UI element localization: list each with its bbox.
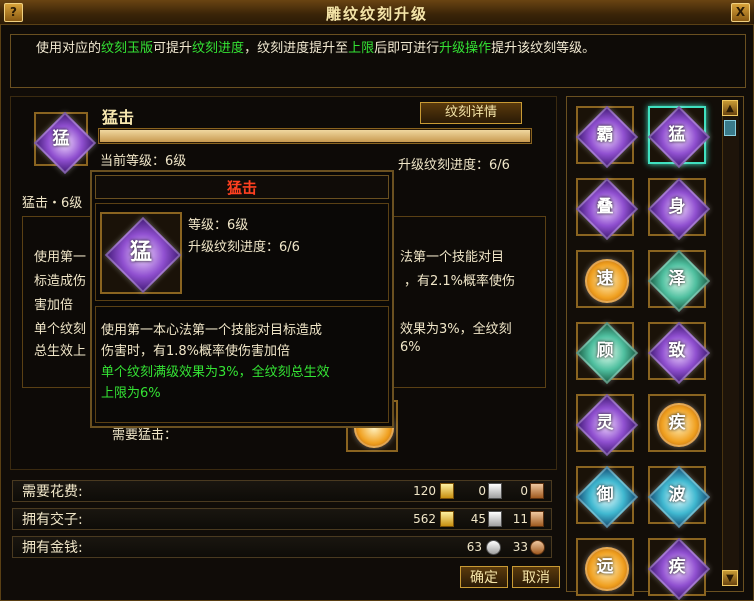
glyph-slot[interactable]: 顾 bbox=[575, 321, 639, 385]
glyph-slot[interactable]: 灵 bbox=[575, 393, 639, 457]
desc-line-3: 害加倍 bbox=[34, 298, 74, 313]
glyph-label: 猛 bbox=[668, 125, 686, 145]
detail-button[interactable]: 纹刻详情 bbox=[420, 102, 522, 124]
confirm-button[interactable]: 确定 bbox=[460, 566, 508, 588]
money-copper: 33 bbox=[512, 540, 528, 554]
tooltip-progress: 升级纹刻进度：6/6 bbox=[188, 240, 300, 255]
owned-silver: 45 bbox=[470, 512, 486, 526]
glyph-label: 灵 bbox=[596, 413, 614, 433]
glyph-label: 疾 bbox=[668, 413, 686, 433]
glyph-slot[interactable]: 身 bbox=[647, 177, 711, 241]
current-level: 当前等级：6级 bbox=[100, 154, 187, 169]
glyph-slot[interactable]: 泽 bbox=[647, 249, 711, 313]
money-silver: 63 bbox=[466, 540, 482, 554]
glyph-label: 泽 bbox=[668, 269, 686, 289]
skill-summary: 猛击・6级 bbox=[22, 196, 83, 211]
scroll-up-button[interactable]: ▲ bbox=[722, 100, 738, 116]
glyph-slot[interactable]: 疾 bbox=[648, 394, 706, 452]
cancel-button[interactable]: 取消 bbox=[512, 566, 560, 588]
tooltip-title: 猛击 bbox=[95, 175, 389, 199]
scroll-down-button[interactable]: ▼ bbox=[722, 570, 738, 586]
tooltip-skill-icon: 猛 bbox=[100, 212, 182, 294]
progress-fill bbox=[100, 130, 530, 142]
green-line-1: 单个纹刻 bbox=[34, 322, 87, 337]
glyph-slot[interactable]: 疾 bbox=[647, 537, 711, 601]
window-title: 雕纹纹刻升级 bbox=[325, 5, 428, 23]
glyph-label: 疾 bbox=[668, 557, 686, 577]
owned-items-label: 拥有交子: bbox=[22, 512, 83, 528]
required-label: 需要花费: bbox=[22, 484, 83, 500]
glyph-slot[interactable]: 波 bbox=[647, 465, 711, 529]
owned-copper: 11 bbox=[512, 512, 528, 526]
upgrade-progress: 升级纹刻进度：6/6 bbox=[398, 158, 510, 173]
skill-icon[interactable]: 猛 bbox=[33, 111, 97, 175]
glyph-slot[interactable]: 致 bbox=[647, 321, 711, 385]
glyph-slot[interactable]: 叠 bbox=[575, 177, 639, 241]
copper-ingot-icon bbox=[530, 483, 544, 499]
desc-line-1: 使用第一 bbox=[34, 250, 87, 265]
skill-name: 猛击 bbox=[102, 108, 135, 127]
owned-gold: 562 bbox=[413, 512, 436, 526]
glyph-slot[interactable]: 猛 bbox=[647, 105, 711, 169]
scrollbar[interactable] bbox=[722, 100, 739, 586]
description-text: 使用对应的纹刻玉版可提升纹刻进度，纹刻进度提升至上限后即可进行升级操作提升该纹刻… bbox=[36, 41, 596, 56]
required-gold: 120 bbox=[413, 484, 436, 498]
glyph-label: 顾 bbox=[596, 341, 614, 361]
tooltip-description: 使用第一本心法第一个技能对目标造成 伤害时，有1.8%概率使伤害加倍 单个纹刻满… bbox=[101, 323, 330, 401]
desc-line-1-right: 法第一个技能对目 bbox=[400, 250, 505, 265]
tooltip-level: 等级：6级 bbox=[188, 218, 249, 233]
glyph-label: 致 bbox=[668, 341, 686, 361]
desc-line-2: 标造成伤 bbox=[34, 274, 87, 289]
required-copper: 0 bbox=[520, 484, 528, 498]
green-line-2: 总生效上 bbox=[34, 344, 87, 359]
glyph-label: 叠 bbox=[596, 197, 614, 217]
owned-money-label: 拥有金钱: bbox=[22, 540, 83, 556]
close-button[interactable]: X bbox=[731, 3, 750, 22]
glyph-label: 波 bbox=[668, 485, 686, 505]
glyph-slot[interactable]: 霸 bbox=[575, 105, 639, 169]
glyph-slot[interactable]: 速 bbox=[576, 250, 634, 308]
required-silver: 0 bbox=[478, 484, 486, 498]
glyph-slot[interactable]: 御 bbox=[575, 465, 639, 529]
copper-coin-icon bbox=[530, 540, 545, 555]
copper-ingot-icon bbox=[530, 511, 544, 527]
glyph-label: 远 bbox=[596, 557, 614, 577]
green-line-1-right: 效果为3%，全纹刻 bbox=[400, 322, 512, 337]
glyph-label: 霸 bbox=[596, 125, 614, 145]
glyph-slot[interactable]: 远 bbox=[576, 538, 634, 596]
scroll-thumb[interactable] bbox=[724, 120, 736, 136]
help-button[interactable]: ? bbox=[4, 3, 23, 22]
green-line-2-right: 6% bbox=[400, 340, 421, 355]
glyph-label: 身 bbox=[668, 197, 686, 217]
desc-line-2-right: ，有2.1%概率使伤 bbox=[404, 274, 516, 289]
glyph-label: 御 bbox=[596, 485, 614, 505]
glyph-label: 速 bbox=[596, 269, 614, 289]
